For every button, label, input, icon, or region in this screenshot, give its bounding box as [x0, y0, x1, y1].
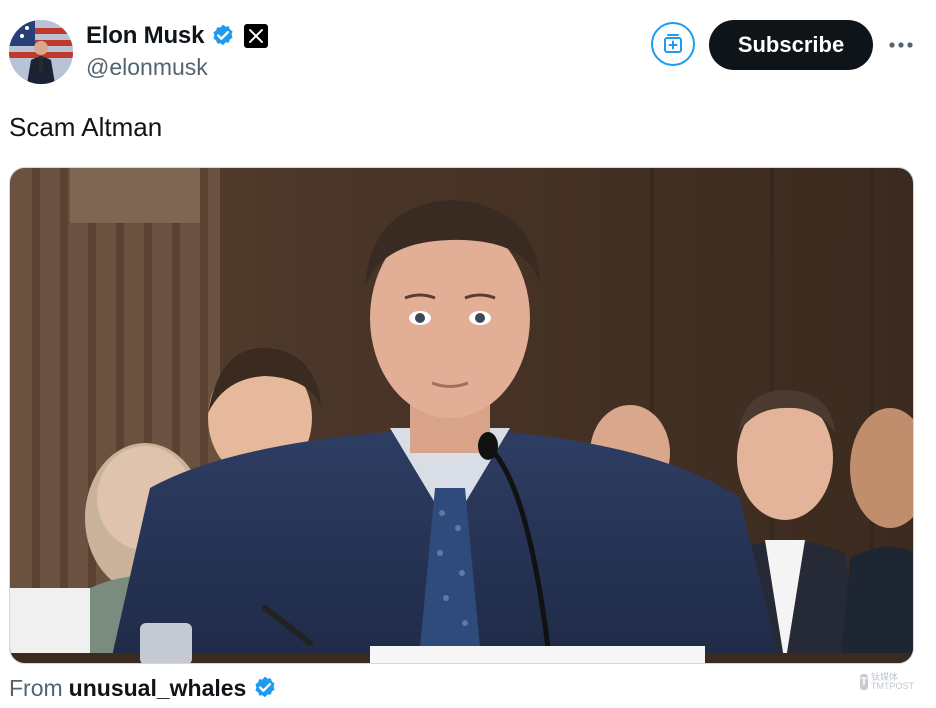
author-name-row: Elon Musk [86, 20, 269, 52]
subscribe-button[interactable]: Subscribe [709, 20, 873, 70]
x-logo-icon[interactable] [244, 24, 269, 48]
watermark-text: 钛媒体 TMTPOST [871, 672, 914, 691]
media-source: From unusual_whales [9, 672, 278, 704]
author-handle[interactable]: @elonmusk [86, 54, 208, 81]
tmtpost-watermark: T 钛媒体 TMTPOST [860, 672, 914, 692]
more-options-button[interactable] [886, 30, 916, 60]
tweet-media-photo[interactable] [9, 167, 914, 664]
avatar-image [9, 20, 73, 84]
hearing-photo [10, 168, 913, 663]
author-avatar[interactable] [9, 20, 73, 84]
source-account-link[interactable]: unusual_whales [69, 675, 247, 702]
tweet-text: Scam Altman [9, 112, 163, 142]
author-display-name[interactable]: Elon Musk [86, 22, 204, 50]
source-prefix: From [9, 674, 63, 701]
verified-badge-icon[interactable] [210, 23, 236, 49]
add-to-list-icon [664, 34, 682, 53]
watermark-logo-icon: T [860, 674, 868, 690]
add-to-list-button[interactable] [651, 22, 695, 66]
more-icon [889, 42, 913, 48]
verified-badge-icon[interactable] [252, 675, 278, 701]
